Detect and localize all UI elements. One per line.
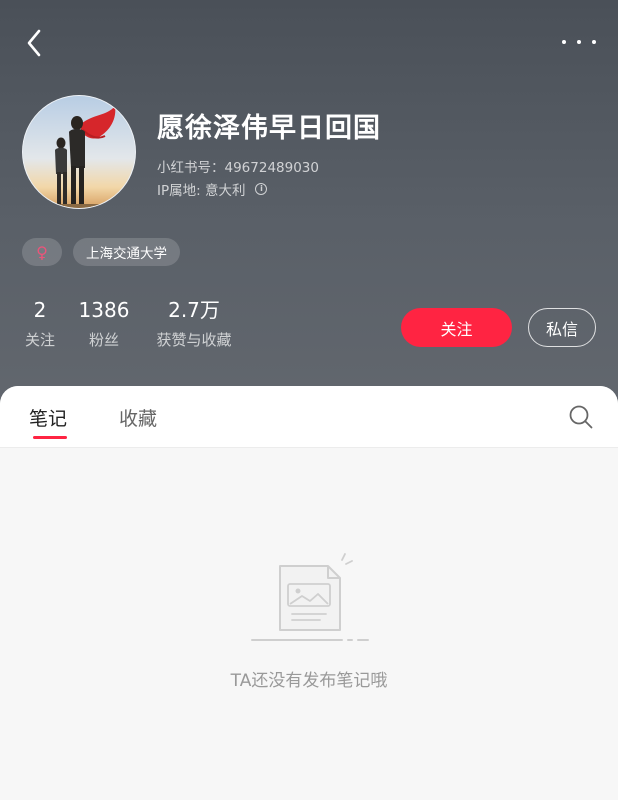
fans-label: 粉丝 <box>88 331 119 349</box>
likes-label: 获赞与收藏 <box>156 331 232 349</box>
following-count: 2 <box>33 298 47 322</box>
female-icon: ♀ <box>36 242 48 262</box>
message-button[interactable]: 私信 <box>528 308 596 347</box>
user-id: 小红书号：49672489030 <box>157 160 319 176</box>
search-icon <box>569 405 593 429</box>
profile-name: 愿徐泽伟早日回国 <box>157 113 381 144</box>
gender-tag: ♀ <box>22 238 62 266</box>
tab-bar: 笔记 收藏 <box>0 386 618 448</box>
empty-state-message: TA还没有发布笔记哦 <box>230 671 388 691</box>
ip-location: IP属地: 意大利 i <box>157 179 268 199</box>
info-icon[interactable]: i <box>255 183 268 195</box>
profile-header: 愿徐泽伟早日回国 小红书号：49672489030 IP属地: 意大利 i ♀ … <box>0 0 618 410</box>
active-tab-indicator <box>33 436 67 439</box>
follow-button[interactable]: 关注 <box>401 308 512 347</box>
ip-location-text: IP属地: 意大利 <box>157 183 246 199</box>
tab-collect[interactable]: 收藏 <box>119 404 157 431</box>
likes-count: 2.7万 <box>168 298 220 322</box>
fans-count: 1386 <box>78 298 130 322</box>
school-tag[interactable]: 上海交通大学 <box>73 238 180 266</box>
back-button[interactable] <box>20 28 48 58</box>
avatar[interactable] <box>22 95 136 209</box>
more-button[interactable] <box>562 32 596 52</box>
chevron-left-icon <box>27 29 41 57</box>
avatar-image <box>23 96 135 208</box>
following-label: 关注 <box>24 331 55 349</box>
following-stat[interactable]: 2 关注 <box>22 297 58 350</box>
tab-notes[interactable]: 笔记 <box>29 404 67 431</box>
content-panel: 笔记 收藏 TA还没有发布笔记哦 <box>0 386 618 800</box>
more-horizontal-icon <box>562 40 566 44</box>
fans-stat[interactable]: 1386 粉丝 <box>78 297 130 350</box>
search-button[interactable] <box>568 404 594 430</box>
likes-stat[interactable]: 2.7万 获赞与收藏 <box>150 297 238 350</box>
empty-note-icon <box>248 552 372 646</box>
